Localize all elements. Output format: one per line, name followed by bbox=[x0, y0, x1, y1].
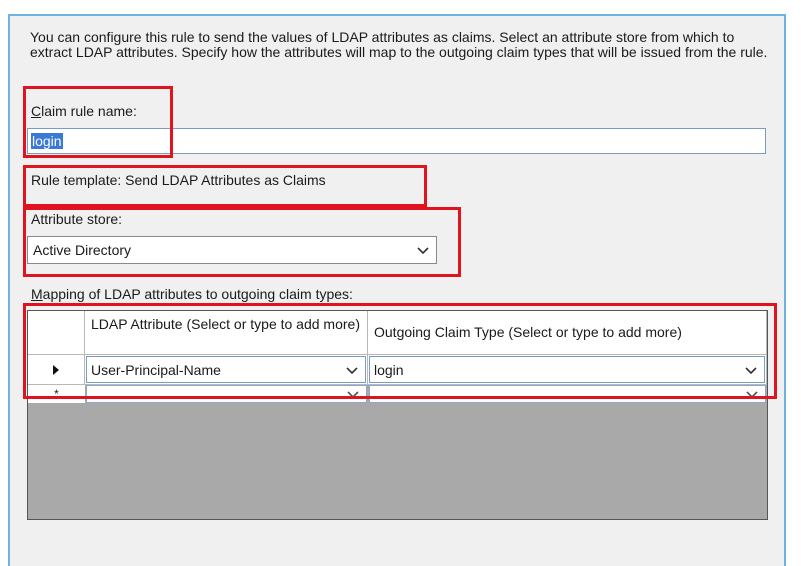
grid-header-row: LDAP Attribute (Select or type to add mo… bbox=[28, 311, 767, 355]
new-ldap-attribute-cell[interactable] bbox=[85, 385, 368, 417]
new-row-marker: * bbox=[28, 385, 85, 403]
claim-type-combo[interactable]: login bbox=[369, 356, 765, 383]
mapping-grid[interactable]: LDAP Attribute (Select or type to add mo… bbox=[27, 310, 768, 520]
column-header-outgoing-claim-type[interactable]: Outgoing Claim Type (Select or type to a… bbox=[368, 311, 767, 355]
ldap-attribute-value: User-Principal-Name bbox=[91, 361, 221, 378]
claim-rule-name-value: login bbox=[31, 133, 63, 149]
attribute-store-label: Attribute store: bbox=[31, 211, 122, 227]
claim-type-value: login bbox=[374, 361, 404, 378]
new-row[interactable]: * bbox=[28, 385, 767, 417]
column-header-ldap-attribute[interactable]: LDAP Attribute (Select or type to add mo… bbox=[85, 311, 368, 355]
chevron-down-icon bbox=[347, 391, 359, 399]
claim-rule-name-input[interactable]: login bbox=[27, 128, 766, 154]
attribute-store-value: Active Directory bbox=[33, 242, 132, 258]
ldap-attribute-cell[interactable]: User-Principal-Name bbox=[85, 355, 368, 385]
new-ldap-attribute-combo[interactable] bbox=[86, 385, 367, 403]
row-header[interactable] bbox=[28, 355, 85, 385]
claim-rule-name-label: Claim rule name: bbox=[31, 103, 137, 119]
description-text: You can configure this rule to send the … bbox=[30, 29, 768, 60]
new-claim-type-cell[interactable] bbox=[368, 385, 767, 417]
attribute-store-select[interactable]: Active Directory bbox=[27, 236, 437, 264]
chevron-down-icon bbox=[745, 366, 757, 374]
ldap-attribute-combo[interactable]: User-Principal-Name bbox=[86, 356, 366, 383]
mapping-label: Mapping of LDAP attributes to outgoing c… bbox=[31, 286, 353, 302]
chevron-down-icon bbox=[746, 391, 758, 399]
rule-template-text: Rule template: Send LDAP Attributes as C… bbox=[31, 172, 326, 188]
new-claim-type-combo[interactable] bbox=[369, 385, 766, 403]
claim-type-cell[interactable]: login bbox=[368, 355, 767, 385]
chevron-down-icon bbox=[417, 247, 429, 255]
row-pointer-icon bbox=[53, 364, 59, 375]
attribute-store-label-text: Attribute store: bbox=[31, 211, 123, 227]
chevron-down-icon bbox=[346, 366, 358, 374]
table-row[interactable]: User-Principal-Name login bbox=[28, 355, 767, 385]
row-header-corner bbox=[28, 311, 85, 355]
